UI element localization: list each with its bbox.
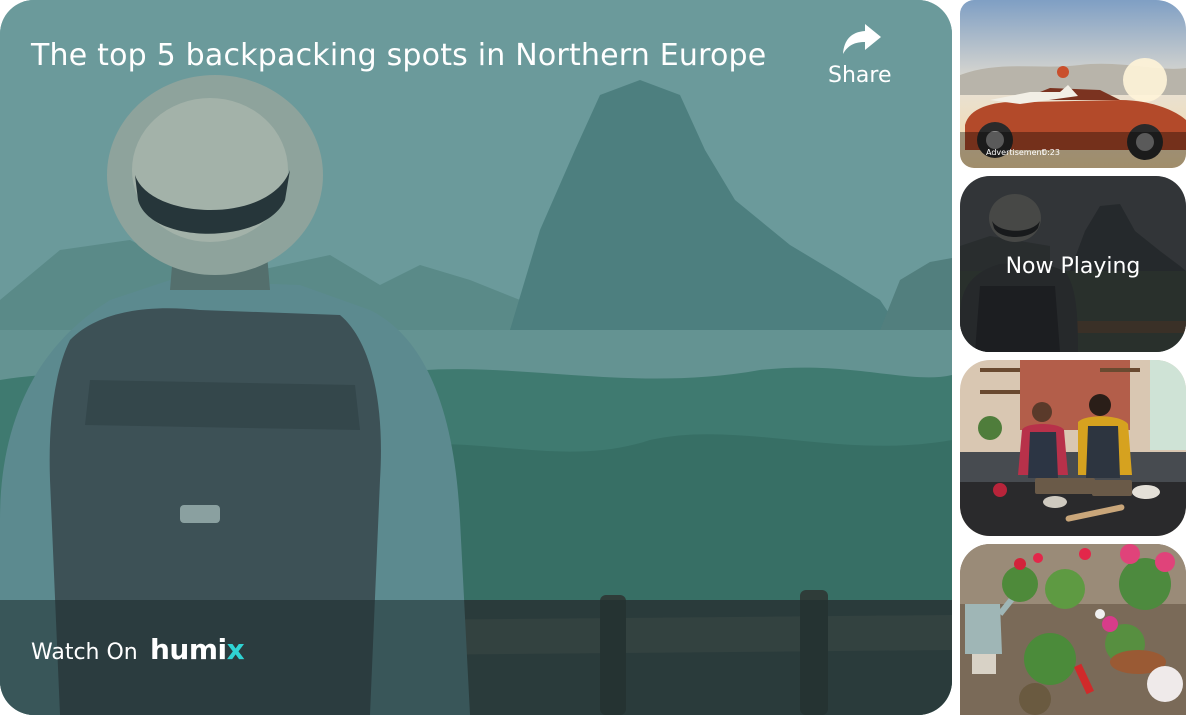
humix-logo[interactable]: humix bbox=[150, 633, 245, 666]
now-playing-label: Now Playing bbox=[1005, 254, 1141, 279]
video-widget: The top 5 backpacking spots in Northern … bbox=[0, 0, 1186, 715]
brand-name-main: humi bbox=[150, 633, 227, 666]
video-player[interactable]: The top 5 backpacking spots in Northern … bbox=[0, 0, 952, 715]
share-label: Share bbox=[828, 63, 892, 88]
share-arrow-icon bbox=[843, 24, 881, 54]
playlist-item-cooking[interactable] bbox=[960, 360, 1186, 536]
brand-name-accent: x bbox=[226, 633, 245, 666]
playlist-item-now-playing[interactable]: Now Playing bbox=[960, 176, 1186, 352]
video-title: The top 5 backpacking spots in Northern … bbox=[31, 38, 767, 73]
player-bottom-bar bbox=[0, 600, 952, 715]
cooking-thumbnail-image bbox=[960, 360, 1186, 536]
ad-label: Advertisement bbox=[986, 148, 1045, 157]
share-button[interactable]: Share bbox=[826, 22, 896, 92]
ad-time: 0:23 bbox=[1042, 148, 1060, 157]
gardening-thumbnail-image bbox=[960, 544, 1186, 715]
playlist-item-gardening[interactable] bbox=[960, 544, 1186, 715]
ad-thumbnail-image bbox=[960, 0, 1186, 168]
watch-on-label[interactable]: Watch On bbox=[31, 640, 138, 665]
playlist-item-ad[interactable]: Advertisement 0:23 bbox=[960, 0, 1186, 168]
